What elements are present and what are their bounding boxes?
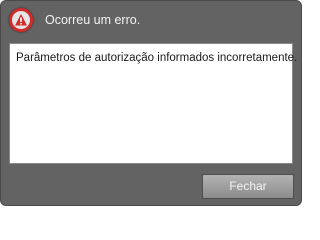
error-dialog: Ocorreu um erro. Parâmetros de autorizaç… [0,0,302,206]
error-message: Parâmetros de autorização informados inc… [16,52,298,64]
dialog-title: Ocorreu um erro. [45,13,141,27]
error-warning-icon [9,8,33,32]
close-button[interactable]: Fechar [202,174,294,199]
dialog-header: Ocorreu um erro. [1,1,301,39]
message-panel: Parâmetros de autorização informados inc… [9,43,298,164]
